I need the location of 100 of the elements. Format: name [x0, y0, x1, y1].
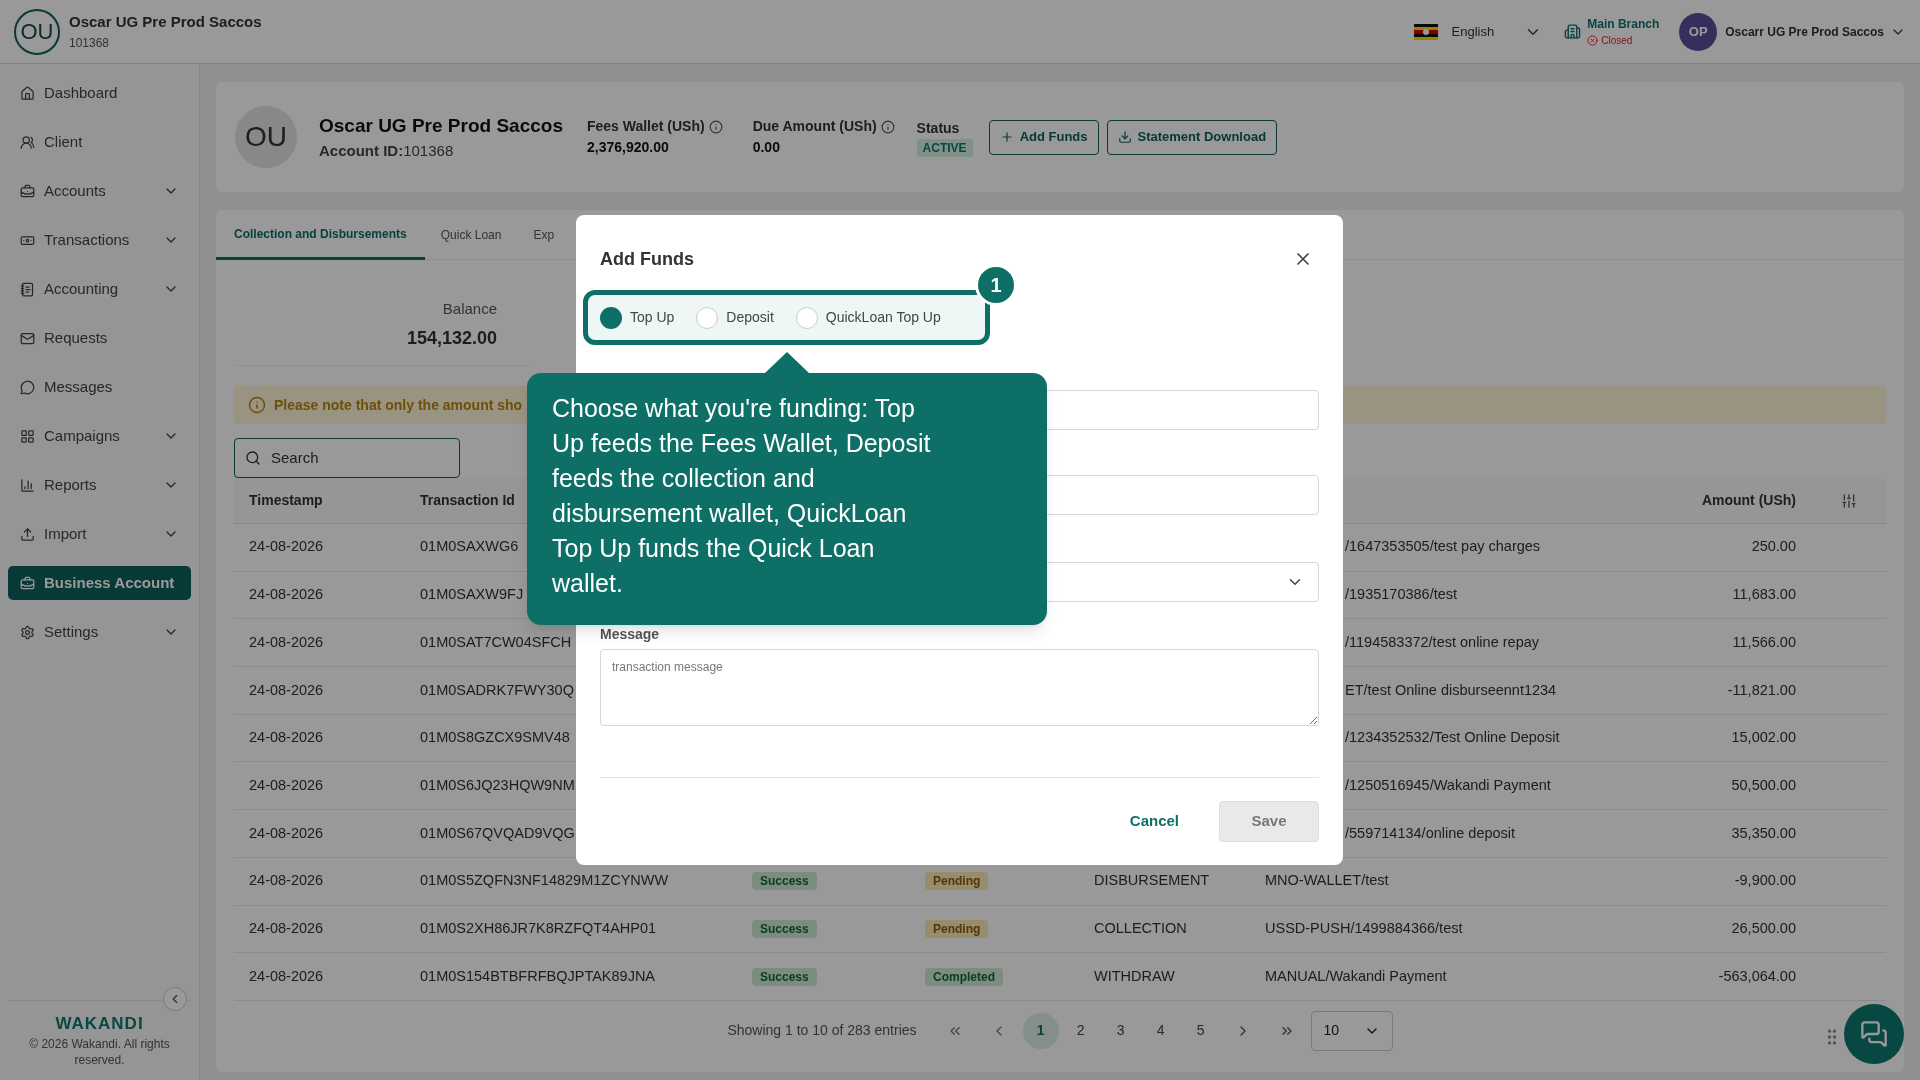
language-select[interactable]: English: [1451, 21, 1495, 42]
radio-option[interactable]: Top Up: [600, 306, 675, 329]
info-icon: [880, 119, 895, 134]
column-header: Transaction Id: [420, 491, 515, 510]
building-icon: [1564, 23, 1582, 40]
settings-icon: [20, 624, 35, 640]
sliders-icon[interactable]: [1841, 492, 1857, 509]
sidebar-item[interactable]: Import: [8, 517, 191, 551]
description-cell-text: /1935170386/test: [1344, 585, 1459, 605]
user-name[interactable]: Oscarr UG Pre Prod Saccos: [1725, 22, 1884, 41]
account-avatar: OU: [235, 106, 297, 168]
status-badge: Success: [752, 872, 817, 891]
status-badge: Success: [752, 919, 817, 938]
amount-cell-text: 15,002.00: [1730, 728, 1796, 748]
transaction-id-cell-text: 01M0S8GZCX9SMV48: [420, 728, 570, 748]
per-page-select[interactable]: 10: [1310, 1010, 1393, 1051]
balance-label: Balance: [442, 299, 497, 319]
add-funds-button[interactable]: Add Funds: [988, 119, 1099, 155]
timestamp-cell-text: 24-08-2026: [248, 585, 325, 605]
stat-label: Fees Wallet (USh): [586, 117, 705, 136]
timestamp-cell-text: 24-08-2026: [248, 775, 325, 795]
status-badge: Success: [752, 967, 817, 986]
balance-value: 154,132.00: [406, 326, 497, 350]
amount-cell-text: 250.00: [1750, 537, 1796, 557]
search-input[interactable]: Search: [271, 446, 431, 470]
search-field[interactable]: Search: [234, 438, 460, 478]
sidebar-item[interactable]: Campaigns: [8, 419, 191, 453]
status-badge: ACTIVE: [916, 138, 973, 157]
sidebar-item[interactable]: Reports: [8, 468, 191, 502]
org-name: Oscar UG Pre Prod Saccos: [69, 12, 262, 33]
type-cell: WITHDRAW: [1094, 967, 1175, 984]
status-label: Status: [916, 118, 960, 138]
timestamp-cell-text: 24-08-2026: [248, 823, 325, 843]
download-icon: [1117, 130, 1132, 144]
sidebar-item[interactable]: Accounts: [8, 174, 191, 208]
flag-icon: [1413, 23, 1438, 40]
page-button[interactable]: 5: [1182, 1012, 1219, 1049]
sidebar-item[interactable]: Messages: [8, 370, 191, 404]
amount-cell-text: 50,500.00: [1730, 775, 1796, 795]
home-icon: [20, 85, 35, 101]
description-cell-text: /1194583372/test online repay: [1344, 632, 1541, 652]
user-avatar[interactable]: OP: [1679, 12, 1718, 51]
radio-option[interactable]: Deposit: [696, 306, 774, 329]
info-icon: [248, 396, 266, 414]
transaction-id-cell-text: 01M0S5ZQFN3NF14829M1ZCYNWW: [420, 871, 669, 891]
info-icon: [708, 119, 723, 134]
stat-label: Due Amount (USh): [752, 117, 877, 136]
timestamp-cell-text: 24-08-2026: [248, 966, 325, 986]
users-icon: [20, 134, 35, 150]
sidebar-item[interactable]: Client: [8, 125, 191, 159]
transaction-id-cell-text: 01M0S67QVQAD9VQG: [420, 823, 575, 843]
mail-icon: [20, 330, 35, 346]
transaction-id-cell-text: 01M0SAXW9FJ: [420, 585, 524, 605]
logo: OU: [14, 8, 60, 55]
branch-status: Closed: [1601, 34, 1633, 48]
brand-logo: WAKANDI: [55, 1012, 144, 1035]
closed-icon: [1587, 35, 1599, 46]
save-button: Save: [1219, 801, 1319, 842]
tab[interactable]: Quick Loan: [424, 210, 518, 260]
search-icon: [245, 450, 261, 466]
radio-option[interactable]: QuickLoan Top Up: [795, 306, 941, 329]
bar-chart-icon: [20, 477, 35, 493]
timestamp-cell-text: 24-08-2026: [248, 871, 325, 891]
collapse-button[interactable]: [163, 986, 187, 1011]
transaction-id-cell-text: 01M0S154BTBFRFBQJPTAK89JNA: [420, 966, 656, 986]
account-id: Account ID:101368: [319, 141, 455, 161]
tab[interactable]: Collection and Disbursements: [216, 210, 425, 260]
description-cell-text: MNO-WALLET/test: [1265, 871, 1390, 891]
tab[interactable]: Exp: [517, 210, 571, 260]
sidebar-item[interactable]: Business Account: [8, 566, 191, 600]
transaction-id-cell-text: 01M0SAXWG6: [420, 537, 519, 557]
upload-icon: [20, 526, 35, 542]
chat-icon: [1860, 1020, 1888, 1048]
sidebar-item[interactable]: Dashboard: [8, 76, 191, 110]
transaction-id-cell-text: 01M0S6JQ23HQW9NM: [420, 775, 575, 795]
page-button[interactable]: 1: [1022, 1012, 1059, 1049]
message-field[interactable]: transaction message: [600, 649, 1319, 726]
sidebar-item[interactable]: Accounting: [8, 272, 191, 306]
timestamp-cell-text: 24-08-2026: [248, 680, 325, 700]
transaction-id-cell-text: 01M0S2XH86JR7K8RZFQT4AHP01: [420, 918, 657, 938]
amount-cell-text: 35,350.00: [1730, 823, 1796, 843]
sidebar-item[interactable]: Transactions: [8, 223, 191, 257]
amount-cell-text: 11,566.00: [1731, 632, 1796, 652]
chat-icon: [20, 379, 35, 395]
page-button[interactable]: 3: [1102, 1012, 1139, 1049]
grid-icon: [20, 428, 35, 444]
plus-icon: [999, 130, 1014, 144]
approval-badge: Completed: [925, 967, 1003, 986]
radio-label: Deposit: [726, 308, 774, 327]
sidebar-item[interactable]: Settings: [8, 615, 191, 649]
dialog-title: Add Funds: [600, 247, 694, 271]
tooltip: Choose what you're funding: Top Up feeds the Fees Wallet, Deposit feeds the collection and disbursement wallet, QuickLoan Top Up funds the Quick Loan wallet.: [527, 352, 1047, 625]
cancel-button[interactable]: Cancel: [1129, 810, 1179, 833]
page-button[interactable]: 2: [1062, 1012, 1099, 1049]
sidebar-item[interactable]: Requests: [8, 321, 191, 355]
approval-badge: Pending: [925, 872, 989, 891]
page-button[interactable]: 4: [1142, 1012, 1179, 1049]
branch-name[interactable]: Main Branch: [1587, 15, 1660, 33]
message-label: Message: [600, 625, 661, 644]
statement-download-button[interactable]: Statement Download: [1106, 119, 1278, 155]
